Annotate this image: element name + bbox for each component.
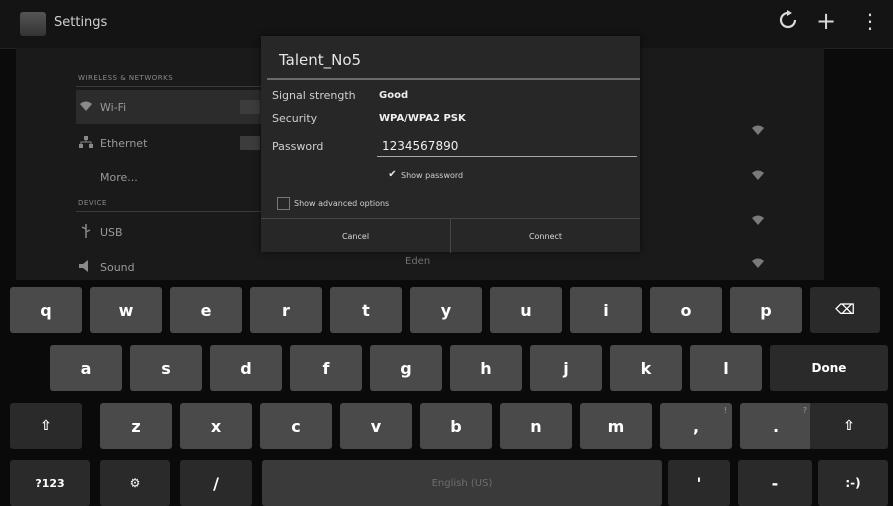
keyboard-settings-key[interactable]: ⚙ [100, 460, 170, 506]
key-u[interactable]: u [490, 287, 562, 333]
key-b[interactable]: b [420, 403, 492, 449]
key-k[interactable]: k [610, 345, 682, 391]
key-q[interactable]: q [10, 287, 82, 333]
sidebar-item-label: USB [100, 225, 123, 239]
key-l[interactable]: l [690, 345, 762, 391]
key-d[interactable]: d [210, 345, 282, 391]
section-divider [76, 211, 266, 212]
cancel-button[interactable]: Cancel [261, 219, 450, 253]
sidebar-item-usb[interactable]: USB [76, 215, 276, 249]
dialog-title-divider [267, 78, 640, 80]
apostrophe-key[interactable]: ' [668, 460, 730, 506]
sidebar-item-label: More... [100, 170, 138, 184]
wifi-signal-icon [752, 125, 764, 138]
key-e[interactable]: e [170, 287, 242, 333]
usb-icon [76, 223, 96, 241]
key-h[interactable]: h [450, 345, 522, 391]
key-hint: ? [802, 406, 807, 415]
sidebar-item-label: Ethernet [100, 136, 148, 150]
wifi-signal-icon [752, 215, 764, 228]
signal-strength-label: Signal strength [272, 89, 356, 102]
sidebar-item-sound[interactable]: Sound [76, 250, 276, 284]
show-password-checkbox[interactable]: ✔ [387, 169, 398, 180]
key-y[interactable]: y [410, 287, 482, 333]
shift-key-right[interactable]: ⇧ [810, 403, 888, 449]
wifi-icon [76, 101, 96, 114]
key-hint: ! [723, 406, 727, 415]
section-divider [76, 86, 266, 87]
key-t[interactable]: t [330, 287, 402, 333]
page-title: Settings [54, 15, 108, 30]
key-w[interactable]: w [90, 287, 162, 333]
key-z[interactable]: z [100, 403, 172, 449]
wifi-toggle[interactable] [240, 100, 260, 114]
key-o[interactable]: o [650, 287, 722, 333]
key-p[interactable]: p [730, 287, 802, 333]
network-list-item-name[interactable]: Eden [405, 256, 430, 267]
key-j[interactable]: j [530, 345, 602, 391]
emoji-key[interactable]: :-) [818, 460, 888, 506]
settings-app-icon[interactable] [20, 12, 46, 36]
key-i[interactable]: i [570, 287, 642, 333]
key-m[interactable]: m [580, 403, 652, 449]
sidebar-item-label: Wi-Fi [100, 100, 127, 114]
refresh-icon-graphic [779, 10, 797, 29]
key-period[interactable]: .? [740, 403, 812, 449]
security-value: WPA/WPA2 PSK [379, 113, 466, 124]
sound-icon [76, 259, 96, 275]
key-a[interactable]: a [50, 345, 122, 391]
key-f[interactable]: f [290, 345, 362, 391]
wifi-signal-icon [752, 258, 764, 271]
dash-key[interactable]: - [738, 460, 812, 506]
done-key[interactable]: Done [770, 345, 888, 391]
wifi-signal-icon [752, 170, 764, 183]
add-icon[interactable]: + [812, 7, 840, 35]
symbols-key[interactable]: ?123 [10, 460, 90, 506]
ethernet-toggle[interactable] [240, 136, 260, 150]
dialog-button-bar: Cancel Connect [261, 218, 640, 253]
device-section-header: DEVICE [78, 199, 107, 207]
password-field[interactable] [377, 136, 637, 157]
show-advanced-options-checkbox[interactable] [277, 197, 290, 210]
key-x[interactable]: x [180, 403, 252, 449]
key-r[interactable]: r [250, 287, 322, 333]
security-label: Security [272, 112, 318, 125]
space-key[interactable]: English (US) [262, 460, 662, 506]
password-label: Password [272, 140, 324, 153]
slash-key[interactable]: / [180, 460, 252, 506]
backspace-key[interactable]: ⌫ [810, 287, 880, 333]
show-advanced-options-label: Show advanced options [294, 199, 390, 208]
show-password-label: Show password [401, 171, 464, 180]
key-v[interactable]: v [340, 403, 412, 449]
wireless-section-header: WIRELESS & NETWORKS [78, 74, 174, 82]
key-n[interactable]: n [500, 403, 572, 449]
signal-strength-value: Good [379, 90, 409, 101]
dialog-title: Talent_No5 [279, 51, 362, 69]
key-comma[interactable]: ,! [660, 403, 732, 449]
connect-button[interactable]: Connect [450, 219, 640, 253]
wifi-connect-dialog: Talent_No5 Signal strength Good Security… [261, 36, 640, 253]
refresh-icon[interactable] [774, 10, 802, 37]
overflow-menu-icon[interactable]: ⋮ [856, 9, 884, 33]
key-s[interactable]: s [130, 345, 202, 391]
sidebar-item-label: Sound [100, 260, 135, 274]
shift-key-left[interactable]: ⇧ [10, 403, 82, 449]
key-c[interactable]: c [260, 403, 332, 449]
key-g[interactable]: g [370, 345, 442, 391]
ethernet-icon [76, 135, 96, 151]
